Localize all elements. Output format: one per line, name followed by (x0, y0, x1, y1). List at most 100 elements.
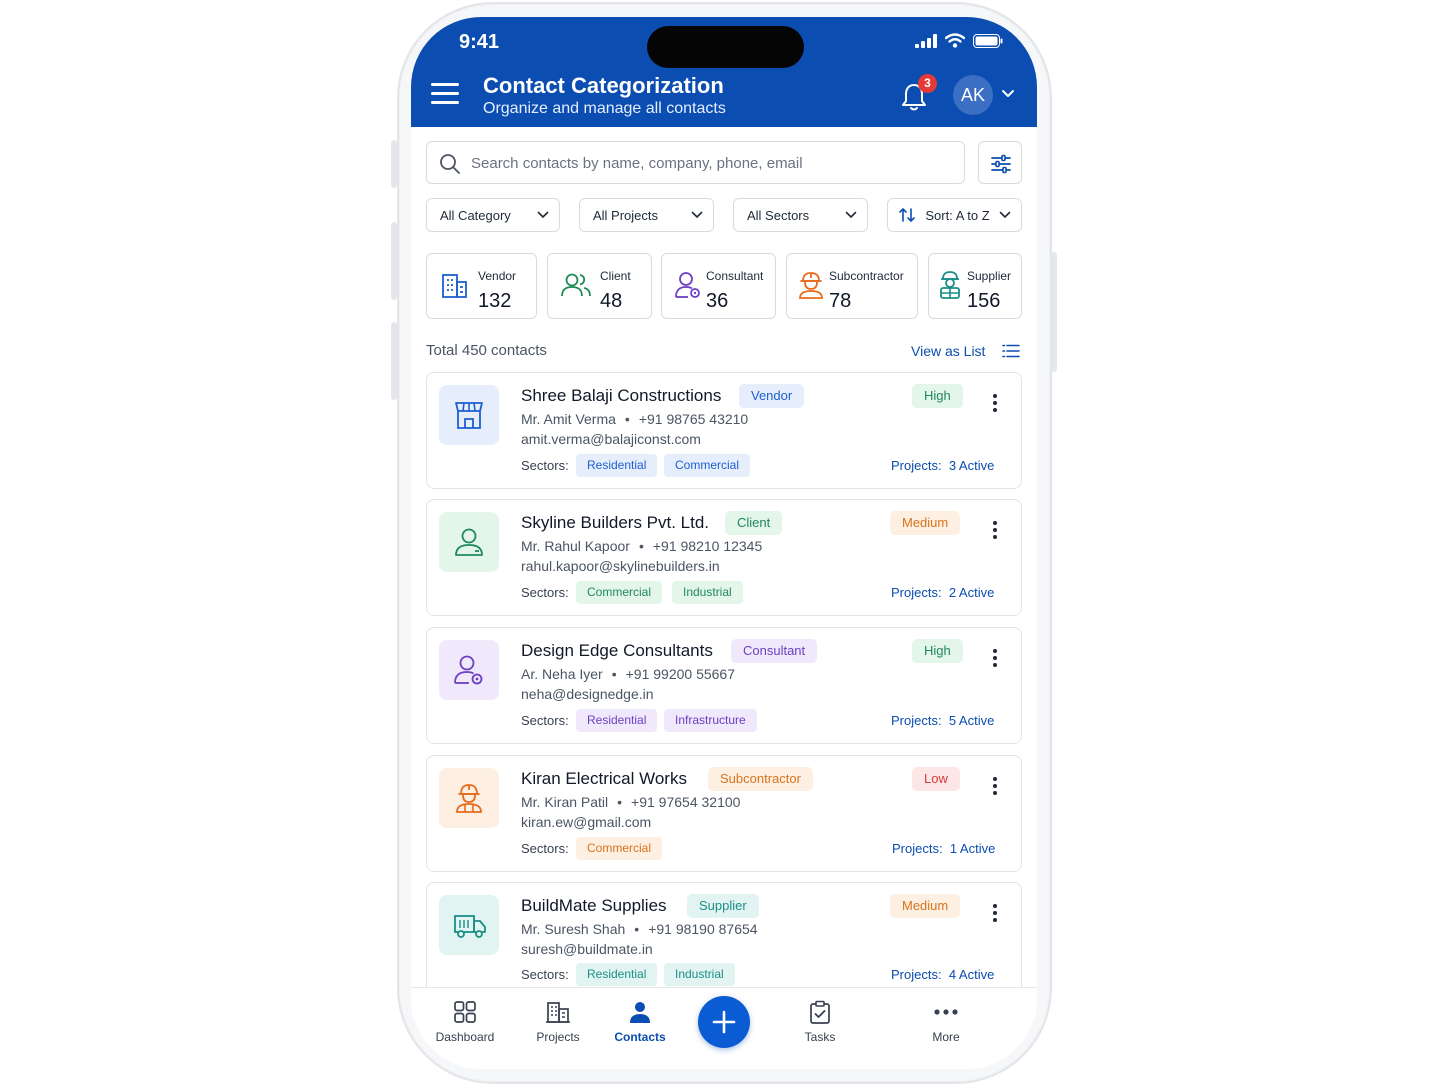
sector-chip: Industrial (664, 963, 735, 986)
status-time: 9:41 (459, 31, 500, 53)
nav-projects-label: Projects (536, 1030, 580, 1044)
filter-button[interactable] (978, 141, 1022, 184)
search-input[interactable] (471, 148, 951, 178)
app-header: 9:41 Contact Categorization Organize and (411, 17, 1037, 127)
stat-subcontractor-label: Subcontractor (829, 269, 904, 283)
more-options-icon[interactable] (991, 776, 999, 796)
building-icon (546, 1002, 570, 1023)
store-icon (455, 402, 483, 429)
contact-email[interactable]: amit.verma@balajiconst.com (521, 431, 701, 447)
phone-volume-down-button (391, 322, 397, 400)
sectors-dropdown-label: All Sectors (747, 207, 810, 223)
sliders-icon (991, 154, 1011, 174)
stat-card-client[interactable]: Client 48 (547, 253, 652, 319)
stat-card-supplier[interactable]: Supplier 156 (928, 253, 1022, 319)
chevron-down-icon (691, 211, 703, 219)
stat-consultant-label: Consultant (706, 269, 764, 283)
contact-phone[interactable]: +91 97654 32100 (631, 794, 740, 810)
menu-icon[interactable] (431, 83, 459, 105)
more-options-icon[interactable] (991, 648, 999, 668)
contact-email[interactable]: kiran.ew@gmail.com (521, 814, 651, 830)
contact-phone[interactable]: +91 99200 55667 (626, 666, 735, 682)
category-dropdown-label: All Category (440, 207, 511, 223)
category-badge: Consultant (731, 639, 818, 663)
contact-person: Mr. Suresh Shah (521, 921, 626, 937)
chevron-down-icon (537, 211, 549, 219)
more-options-icon[interactable] (991, 393, 999, 413)
phone-volume-up-button (391, 222, 397, 300)
contact-card[interactable]: Skyline Builders Pvt. Ltd. Client Medium… (426, 499, 1022, 616)
priority-badge: High (912, 384, 963, 408)
projects-dropdown[interactable]: All Projects (579, 198, 714, 232)
worker-icon (799, 272, 823, 299)
contact-person: Mr. Amit Verma (521, 411, 616, 427)
nav-dashboard-label: Dashboard (435, 1030, 495, 1044)
plus-icon (712, 1010, 736, 1034)
projects-label: Projects: (891, 458, 942, 473)
contact-phone[interactable]: +91 98765 43210 (639, 411, 748, 427)
sectors-dropdown[interactable]: All Sectors (733, 198, 868, 232)
sort-dropdown[interactable]: Sort: A to Z (887, 198, 1022, 232)
stat-card-subcontractor[interactable]: Subcontractor 78 (786, 253, 918, 319)
chevron-down-icon (999, 211, 1011, 219)
separator-dot: • (634, 921, 640, 937)
nav-tasks[interactable]: Tasks (795, 1000, 845, 1044)
wifi-icon (945, 33, 965, 48)
separator-dot: • (611, 666, 617, 682)
contact-name: Shree Balaji Constructions (521, 386, 722, 405)
category-dropdown[interactable]: All Category (426, 198, 560, 232)
chevron-down-icon[interactable] (1001, 89, 1015, 99)
stat-client-count: 48 (600, 290, 623, 312)
projects-count[interactable]: Projects: 5 Active (891, 713, 994, 728)
app-screen: 9:41 Contact Categorization Organize and (411, 17, 1037, 1069)
projects-label: Projects: (891, 713, 942, 728)
sector-chip: Commercial (576, 581, 663, 604)
building-icon (442, 274, 467, 298)
contact-person-line: Mr. Kiran Patil • +91 97654 32100 (521, 794, 740, 810)
stat-card-consultant[interactable]: Consultant 36 (661, 253, 776, 319)
signal-icon (915, 33, 937, 48)
nav-contacts-label: Contacts (614, 1030, 666, 1044)
status-icons (915, 33, 1003, 48)
contact-card[interactable]: Design Edge Consultants Consultant High … (426, 627, 1022, 744)
add-contact-button[interactable] (698, 996, 750, 1048)
contact-person-line: Mr. Suresh Shah • +91 98190 87654 (521, 921, 758, 937)
nav-projects[interactable]: Projects (529, 1000, 587, 1044)
contact-email[interactable]: rahul.kapoor@skylinebuilders.in (521, 558, 720, 574)
sort-icon (899, 208, 915, 222)
nav-contacts[interactable]: Contacts (610, 1000, 670, 1044)
contact-card[interactable]: BuildMate Supplies Supplier Medium Mr. S… (426, 882, 1022, 999)
contact-card[interactable]: Kiran Electrical Works Subcontractor Low… (426, 755, 1022, 872)
projects-count[interactable]: Projects: 4 Active (891, 967, 994, 982)
contact-person: Mr. Rahul Kapoor (521, 538, 630, 554)
avatar[interactable]: AK (953, 75, 993, 115)
projects-count[interactable]: Projects: 1 Active (892, 841, 995, 856)
separator-dot: • (624, 411, 630, 427)
projects-count[interactable]: Projects: 3 Active (891, 458, 994, 473)
nav-more[interactable]: More (921, 1000, 971, 1044)
nav-dashboard[interactable]: Dashboard (431, 1000, 499, 1044)
dynamic-island (647, 26, 804, 68)
projects-label: Projects: (891, 585, 942, 600)
separator-dot: • (638, 538, 644, 554)
more-options-icon[interactable] (991, 903, 999, 923)
projects-count[interactable]: Projects: 2 Active (891, 585, 994, 600)
priority-badge: Low (912, 767, 960, 791)
category-badge: Supplier (687, 894, 759, 918)
page-title: Contact Categorization (483, 73, 724, 98)
stat-consultant-count: 36 (706, 290, 729, 312)
projects-label: Projects: (891, 967, 942, 982)
contact-phone[interactable]: +91 98210 12345 (653, 538, 762, 554)
search-icon (440, 154, 460, 174)
contact-email[interactable]: neha@designedge.in (521, 686, 654, 702)
view-as-list-link[interactable]: View as List (911, 343, 985, 359)
more-options-icon[interactable] (991, 520, 999, 540)
contact-person: Ar. Neha Iyer (521, 666, 603, 682)
contact-email[interactable]: suresh@buildmate.in (521, 941, 653, 957)
sectors-label: Sectors: (521, 458, 569, 473)
contact-phone[interactable]: +91 98190 87654 (648, 921, 757, 937)
page-subtitle: Organize and manage all contacts (483, 100, 726, 117)
contact-card[interactable]: Shree Balaji Constructions Vendor High M… (426, 372, 1022, 489)
list-icon[interactable] (1002, 344, 1020, 358)
stat-card-vendor[interactable]: Vendor 132 (426, 253, 537, 319)
